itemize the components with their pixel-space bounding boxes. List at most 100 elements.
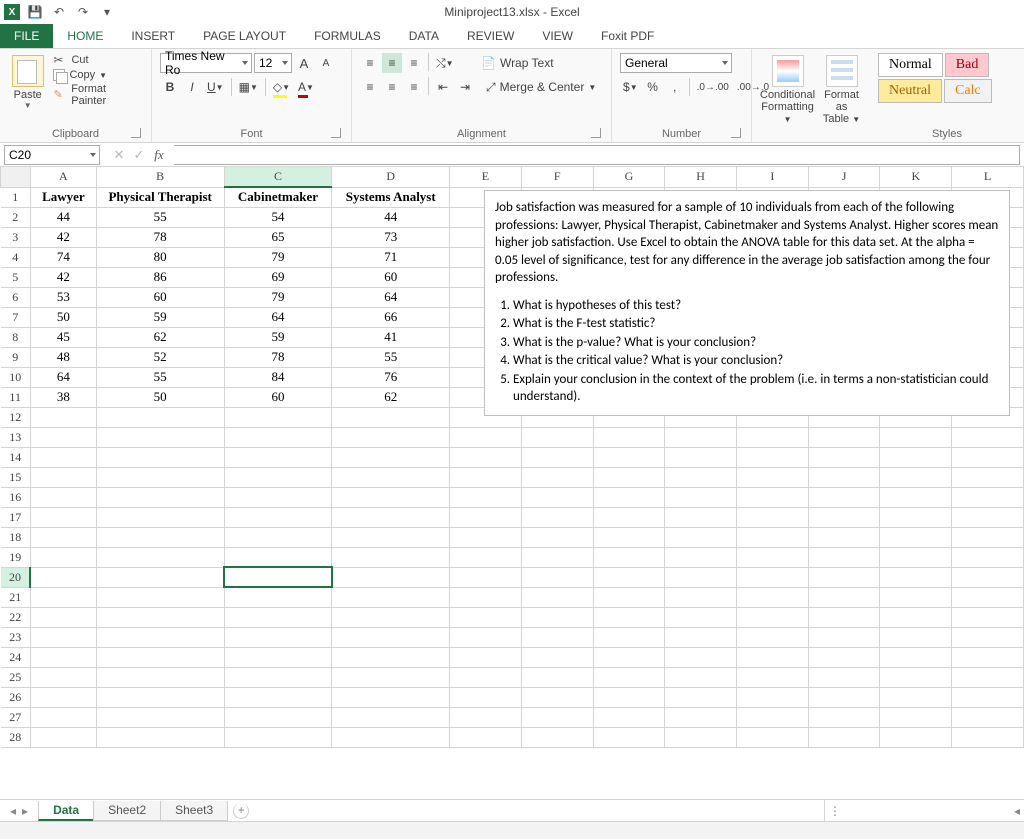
cell-E16[interactable] <box>450 487 522 507</box>
cell-I16[interactable] <box>737 487 809 507</box>
cell-E20[interactable] <box>450 567 522 587</box>
cell-C6[interactable]: 79 <box>224 287 332 307</box>
cell-E15[interactable] <box>450 467 522 487</box>
row-header-14[interactable]: 14 <box>1 447 31 467</box>
cell-A28[interactable] <box>30 727 96 747</box>
cell-G20[interactable] <box>593 567 665 587</box>
horizontal-scrollbar[interactable]: ⋮◂ <box>824 799 1024 821</box>
redo-button[interactable]: ↷ <box>74 3 92 21</box>
column-header-I[interactable]: I <box>737 167 809 187</box>
row-header-28[interactable]: 28 <box>1 727 31 747</box>
cell-J20[interactable] <box>808 567 880 587</box>
underline-button[interactable]: U ▼ <box>204 77 227 97</box>
cell-G13[interactable] <box>593 427 665 447</box>
cell-L25[interactable] <box>952 667 1024 687</box>
cell-K18[interactable] <box>880 527 952 547</box>
cell-A3[interactable]: 42 <box>30 227 96 247</box>
sheet-nav-next[interactable]: ▸ <box>22 804 28 818</box>
cell-L14[interactable] <box>952 447 1024 467</box>
font-name-combo[interactable]: Times New Ro <box>160 53 252 73</box>
cell-L22[interactable] <box>952 607 1024 627</box>
cell-B28[interactable] <box>96 727 224 747</box>
cell-B7[interactable]: 59 <box>96 307 224 327</box>
cell-I23[interactable] <box>737 627 809 647</box>
column-header-H[interactable]: H <box>665 167 737 187</box>
cell-E21[interactable] <box>450 587 522 607</box>
align-center-button[interactable]: ≡ <box>382 77 402 97</box>
cell-F24[interactable] <box>521 647 593 667</box>
cell-B18[interactable] <box>96 527 224 547</box>
cell-F14[interactable] <box>521 447 593 467</box>
cell-D5[interactable]: 60 <box>332 267 450 287</box>
cell-C2[interactable]: 54 <box>224 207 332 227</box>
column-header-L[interactable]: L <box>952 167 1024 187</box>
cell-J13[interactable] <box>808 427 880 447</box>
cell-K26[interactable] <box>880 687 952 707</box>
cell-C14[interactable] <box>224 447 332 467</box>
tab-insert[interactable]: INSERT <box>117 24 189 48</box>
row-header-6[interactable]: 6 <box>1 287 31 307</box>
cell-D16[interactable] <box>332 487 450 507</box>
cell-A16[interactable] <box>30 487 96 507</box>
cell-G28[interactable] <box>593 727 665 747</box>
cell-H23[interactable] <box>665 627 737 647</box>
tab-home[interactable]: HOME <box>53 24 117 48</box>
format-painter-button[interactable]: Format Painter <box>53 83 143 107</box>
cell-F15[interactable] <box>521 467 593 487</box>
cell-D18[interactable] <box>332 527 450 547</box>
cell-D23[interactable] <box>332 627 450 647</box>
cell-G18[interactable] <box>593 527 665 547</box>
cell-F17[interactable] <box>521 507 593 527</box>
row-header-17[interactable]: 17 <box>1 507 31 527</box>
question-textbox[interactable]: Job satisfaction was measured for a samp… <box>484 190 1010 416</box>
cell-B11[interactable]: 50 <box>96 387 224 407</box>
style-calculation[interactable]: Calc <box>944 79 992 103</box>
cell-J19[interactable] <box>808 547 880 567</box>
cell-C27[interactable] <box>224 707 332 727</box>
row-header-19[interactable]: 19 <box>1 547 31 567</box>
cell-B20[interactable] <box>96 567 224 587</box>
cell-B12[interactable] <box>96 407 224 427</box>
cell-H18[interactable] <box>665 527 737 547</box>
cell-L13[interactable] <box>952 427 1024 447</box>
row-header-25[interactable]: 25 <box>1 667 31 687</box>
cell-F26[interactable] <box>521 687 593 707</box>
row-header-5[interactable]: 5 <box>1 267 31 287</box>
column-header-F[interactable]: F <box>521 167 593 187</box>
cell-I28[interactable] <box>737 727 809 747</box>
cell-F16[interactable] <box>521 487 593 507</box>
cell-D10[interactable]: 76 <box>332 367 450 387</box>
fill-color-button[interactable]: ◇▼ <box>270 77 293 97</box>
cell-L19[interactable] <box>952 547 1024 567</box>
cell-D17[interactable] <box>332 507 450 527</box>
cell-K17[interactable] <box>880 507 952 527</box>
cell-J27[interactable] <box>808 707 880 727</box>
cell-A11[interactable]: 38 <box>30 387 96 407</box>
cell-C25[interactable] <box>224 667 332 687</box>
row-header-26[interactable]: 26 <box>1 687 31 707</box>
row-header-3[interactable]: 3 <box>1 227 31 247</box>
cell-B3[interactable]: 78 <box>96 227 224 247</box>
cell-H28[interactable] <box>665 727 737 747</box>
cell-K21[interactable] <box>880 587 952 607</box>
cell-D8[interactable]: 41 <box>332 327 450 347</box>
style-bad[interactable]: Bad <box>945 53 990 77</box>
cell-K16[interactable] <box>880 487 952 507</box>
cell-L26[interactable] <box>952 687 1024 707</box>
cell-H13[interactable] <box>665 427 737 447</box>
cell-J22[interactable] <box>808 607 880 627</box>
cell-J25[interactable] <box>808 667 880 687</box>
cell-L24[interactable] <box>952 647 1024 667</box>
conditional-formatting-button[interactable]: ConditionalFormatting ▼ <box>760 53 815 125</box>
cell-I26[interactable] <box>737 687 809 707</box>
cell-F21[interactable] <box>521 587 593 607</box>
cell-D24[interactable] <box>332 647 450 667</box>
cell-J15[interactable] <box>808 467 880 487</box>
cell-G16[interactable] <box>593 487 665 507</box>
column-header-C[interactable]: C <box>224 167 332 187</box>
cell-D3[interactable]: 73 <box>332 227 450 247</box>
cell-I14[interactable] <box>737 447 809 467</box>
cell-B22[interactable] <box>96 607 224 627</box>
cell-I20[interactable] <box>737 567 809 587</box>
align-right-button[interactable]: ≡ <box>404 77 424 97</box>
